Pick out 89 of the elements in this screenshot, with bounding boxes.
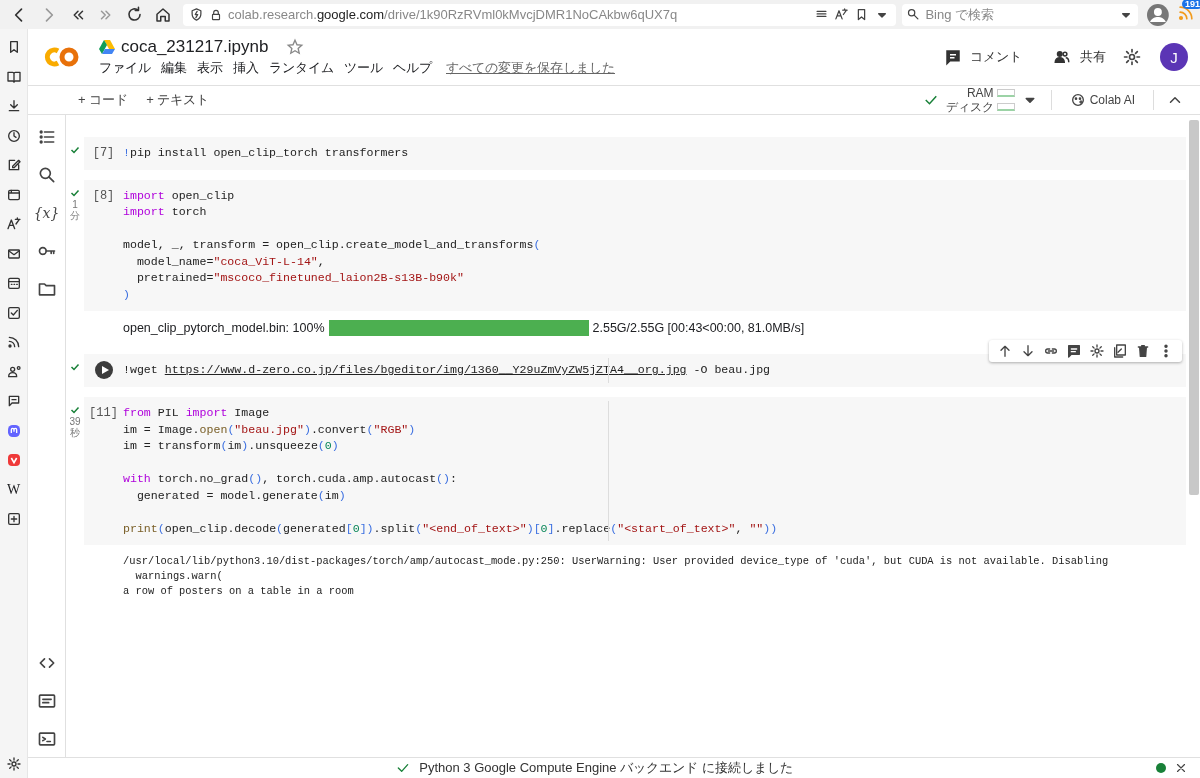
menu-item[interactable]: ランタイム (269, 59, 334, 77)
notebook-title[interactable]: coca_231217.ipynb (121, 37, 269, 57)
share-button[interactable]: 共有 (1046, 44, 1112, 70)
people-icon (1052, 48, 1072, 66)
menu-item[interactable]: ヘルプ (393, 59, 432, 77)
comment-button[interactable]: コメント (938, 44, 1028, 70)
disk-label: ディスク (945, 100, 994, 114)
code-line: import torch (123, 204, 207, 220)
snippets-icon[interactable] (36, 691, 57, 711)
variables-icon[interactable]: {x} (33, 203, 60, 223)
address-bar[interactable]: colab.research.google.com/drive/1k90RzRVml0kMvcjDMR1NoCAkbw6qUX7q (183, 3, 897, 26)
menu-item[interactable]: 編集 (161, 59, 187, 77)
run-duration: 1 分 (69, 198, 81, 221)
terminal-icon[interactable] (36, 729, 57, 749)
translate-icon[interactable] (834, 7, 850, 22)
code-line: pretrained="mscoco_finetuned_laion2B-s13B-b90k" (135, 270, 464, 286)
output-line: warnings.warn( (134, 569, 223, 584)
profile-icon[interactable] (1146, 2, 1170, 27)
search-field[interactable]: Bing で検索 (902, 3, 1139, 26)
settings-icon[interactable] (5, 756, 22, 772)
close-icon[interactable] (1174, 761, 1188, 775)
shield-icon (189, 7, 204, 22)
add-panel-icon[interactable] (5, 511, 22, 527)
ram-meter (996, 89, 1015, 97)
menu-item[interactable]: 表示 (197, 59, 223, 77)
code-line: ) (123, 286, 130, 303)
settings-icon[interactable] (1122, 47, 1142, 67)
disk-meter (996, 103, 1015, 111)
scrollbar[interactable] (1189, 120, 1199, 495)
menu-item[interactable]: ツール (344, 59, 383, 77)
execution-count: [11] (89, 405, 118, 422)
code-line: generated = model.generate(im) (135, 487, 346, 504)
vivaldi-icon[interactable] (5, 452, 22, 468)
output-line: /usr/local/lib/python3.10/dist-packages/torch/amp/autocast_mode.py:250: UserWarning: User provided device_type of 'cuda', but CUDA is not available. Disabling (123, 554, 1109, 569)
checkbox-icon[interactable] (5, 304, 22, 321)
ram-label: RAM (966, 86, 994, 100)
avatar[interactable]: J (1160, 43, 1188, 71)
code-line: from PIL import Image (123, 405, 270, 421)
code-line: model_name="coca_ViT-L-14", (135, 253, 325, 270)
home-icon[interactable] (154, 5, 172, 24)
delete-icon[interactable] (1135, 343, 1151, 359)
output-line: a row of posters on a table in a room (123, 584, 354, 599)
arrow-up-icon[interactable] (997, 343, 1013, 359)
reload-icon[interactable] (125, 5, 144, 24)
star-icon[interactable] (286, 38, 305, 56)
add-text-button[interactable]: + テキスト (140, 88, 216, 112)
code-line: !wget https://www.d-zero.co.jp/files/bgeditor/img/1360__Y29uZmVyZW5jZTA4__org.jpg -O beau.jpg (123, 362, 771, 378)
save-status-link[interactable]: すべての変更を保存しました (446, 59, 615, 77)
progress-label: open_clip_pytorch_model.bin: 100% (123, 321, 325, 335)
code-cell[interactable]: [7] !pip install open_clip_torch transformers (84, 137, 1186, 170)
calendar-icon[interactable] (5, 275, 22, 291)
comment-icon[interactable] (1066, 343, 1082, 359)
lock-icon (209, 7, 223, 22)
arrow-down-icon[interactable] (1020, 343, 1036, 359)
colab-ai-button[interactable]: Colab AI (1063, 91, 1141, 109)
code-line: print(open_clip.decode(generated[0]).split("<end_of_text>")[0].replace("<start_of_text>", "")) (123, 520, 778, 537)
settings-icon[interactable] (1089, 343, 1105, 359)
count-badge: 191 (1181, 0, 1200, 9)
mastodon-icon[interactable] (5, 422, 22, 439)
code-line: im = transform(im).unsqueeze(0) (123, 438, 339, 454)
progress-reading: 2.55G/2.55G [00:43<00:00, 81.0MB/s] (592, 321, 805, 335)
person-icon[interactable] (5, 363, 22, 380)
menu-item[interactable]: 挿入 (233, 59, 259, 77)
code-cell[interactable]: [8] import open_clip import torch model, _, transform = open_clip.create_model_and_transforms( model_name="coca_ViT-L-14", pretrained="mscoco_finetuned_laion2B-s13B-b90k" ) (84, 179, 1186, 311)
execution-count: [7] (92, 145, 115, 162)
colab-logo[interactable] (43, 45, 81, 69)
code-line: with torch.no_grad(), torch.cuda.amp.autocast(): (123, 471, 457, 487)
feed-icon[interactable] (5, 334, 22, 350)
execution-count: [8] (92, 187, 115, 205)
run-button[interactable] (94, 361, 113, 379)
code-line: im = Image.open("beau.jpg").convert("RGB") (123, 421, 416, 438)
play-icon (99, 365, 110, 375)
url-text: colab.research.google.com/drive/1k90RzRVml0kMvcjDMR1NoCAkbw6qUX7q (228, 7, 678, 22)
code-line: model, _, transform = open_clip.create_model_and_transforms( (123, 237, 541, 253)
search-placeholder: Bing で検索 (925, 5, 994, 24)
mirror-cell-icon[interactable] (1112, 343, 1128, 359)
add-code-button[interactable]: + コード (72, 88, 135, 112)
clock-icon[interactable] (5, 127, 22, 144)
run-duration: 39 秒 (68, 416, 82, 438)
code-cell[interactable] (84, 397, 1186, 545)
status-message: Python 3 Google Compute Engine バックエンド に接続しました (419, 759, 793, 777)
translate-icon[interactable] (5, 216, 22, 232)
code-line: !pip install open_clip_torch transformers (123, 145, 409, 161)
wikipedia-icon[interactable]: W (6, 481, 21, 498)
menu-item[interactable]: ファイル (99, 59, 151, 77)
code-cell[interactable]: !wget https://www.d-zero.co.jp/files/bgeditor/img/1360__Y29uZmVyZW5jZTA4__org.jpg -O beau.jpg (84, 354, 1186, 387)
comment-icon (944, 48, 962, 66)
drive-icon[interactable] (99, 40, 115, 54)
code-line: import open_clip (123, 187, 235, 204)
